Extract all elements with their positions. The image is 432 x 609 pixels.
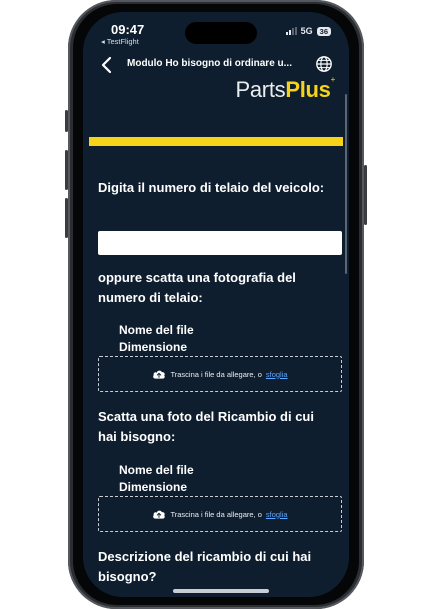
cloud-upload-icon bbox=[153, 370, 166, 379]
app-screen: 09:47 ◂ TestFlight 5G 36 Modulo Ho bisog… bbox=[83, 12, 349, 597]
description-label: Descrizione del ricambio di cui hai biso… bbox=[98, 549, 312, 584]
part-photo-label: Scatta una foto del Ricambio di cui hai … bbox=[98, 409, 314, 444]
volume-up-button bbox=[65, 150, 68, 190]
phone-bezel: 09:47 ◂ TestFlight 5G 36 Modulo Ho bisog… bbox=[73, 4, 359, 605]
dropzone2-text: Trascina i file da allegare, o bbox=[170, 509, 262, 519]
vin-input[interactable] bbox=[98, 231, 342, 255]
vin-label: Digita il numero di telaio del veicolo: bbox=[98, 180, 325, 195]
home-indicator[interactable] bbox=[173, 589, 269, 593]
volume-down-button bbox=[65, 198, 68, 238]
part-photo-dropzone[interactable]: Trascina i file da allegare, o sfoglia bbox=[98, 496, 342, 532]
phone-frame: 09:47 ◂ TestFlight 5G 36 Modulo Ho bisog… bbox=[65, 0, 367, 609]
cloud-upload-icon bbox=[153, 510, 166, 519]
vin-photo-dropzone[interactable]: Trascina i file da allegare, o sfoglia bbox=[98, 356, 342, 392]
form-content: Digita il numero di telaio del veicolo: … bbox=[83, 12, 349, 597]
file2-name-label: Nome del file bbox=[119, 463, 194, 477]
file1-size-label: Dimensione bbox=[119, 340, 188, 354]
browse-link-2[interactable]: sfoglia bbox=[266, 510, 288, 519]
file1-name-label: Nome del file bbox=[119, 323, 194, 337]
file2-size-label: Dimensione bbox=[119, 480, 188, 494]
dropzone1-text: Trascina i file da allegare, o bbox=[170, 369, 262, 379]
mute-switch bbox=[65, 110, 68, 132]
vin-photo-label: oppure scatta una fotografia del numero … bbox=[98, 270, 296, 305]
power-button bbox=[364, 165, 367, 225]
browse-link-1[interactable]: sfoglia bbox=[266, 370, 288, 379]
